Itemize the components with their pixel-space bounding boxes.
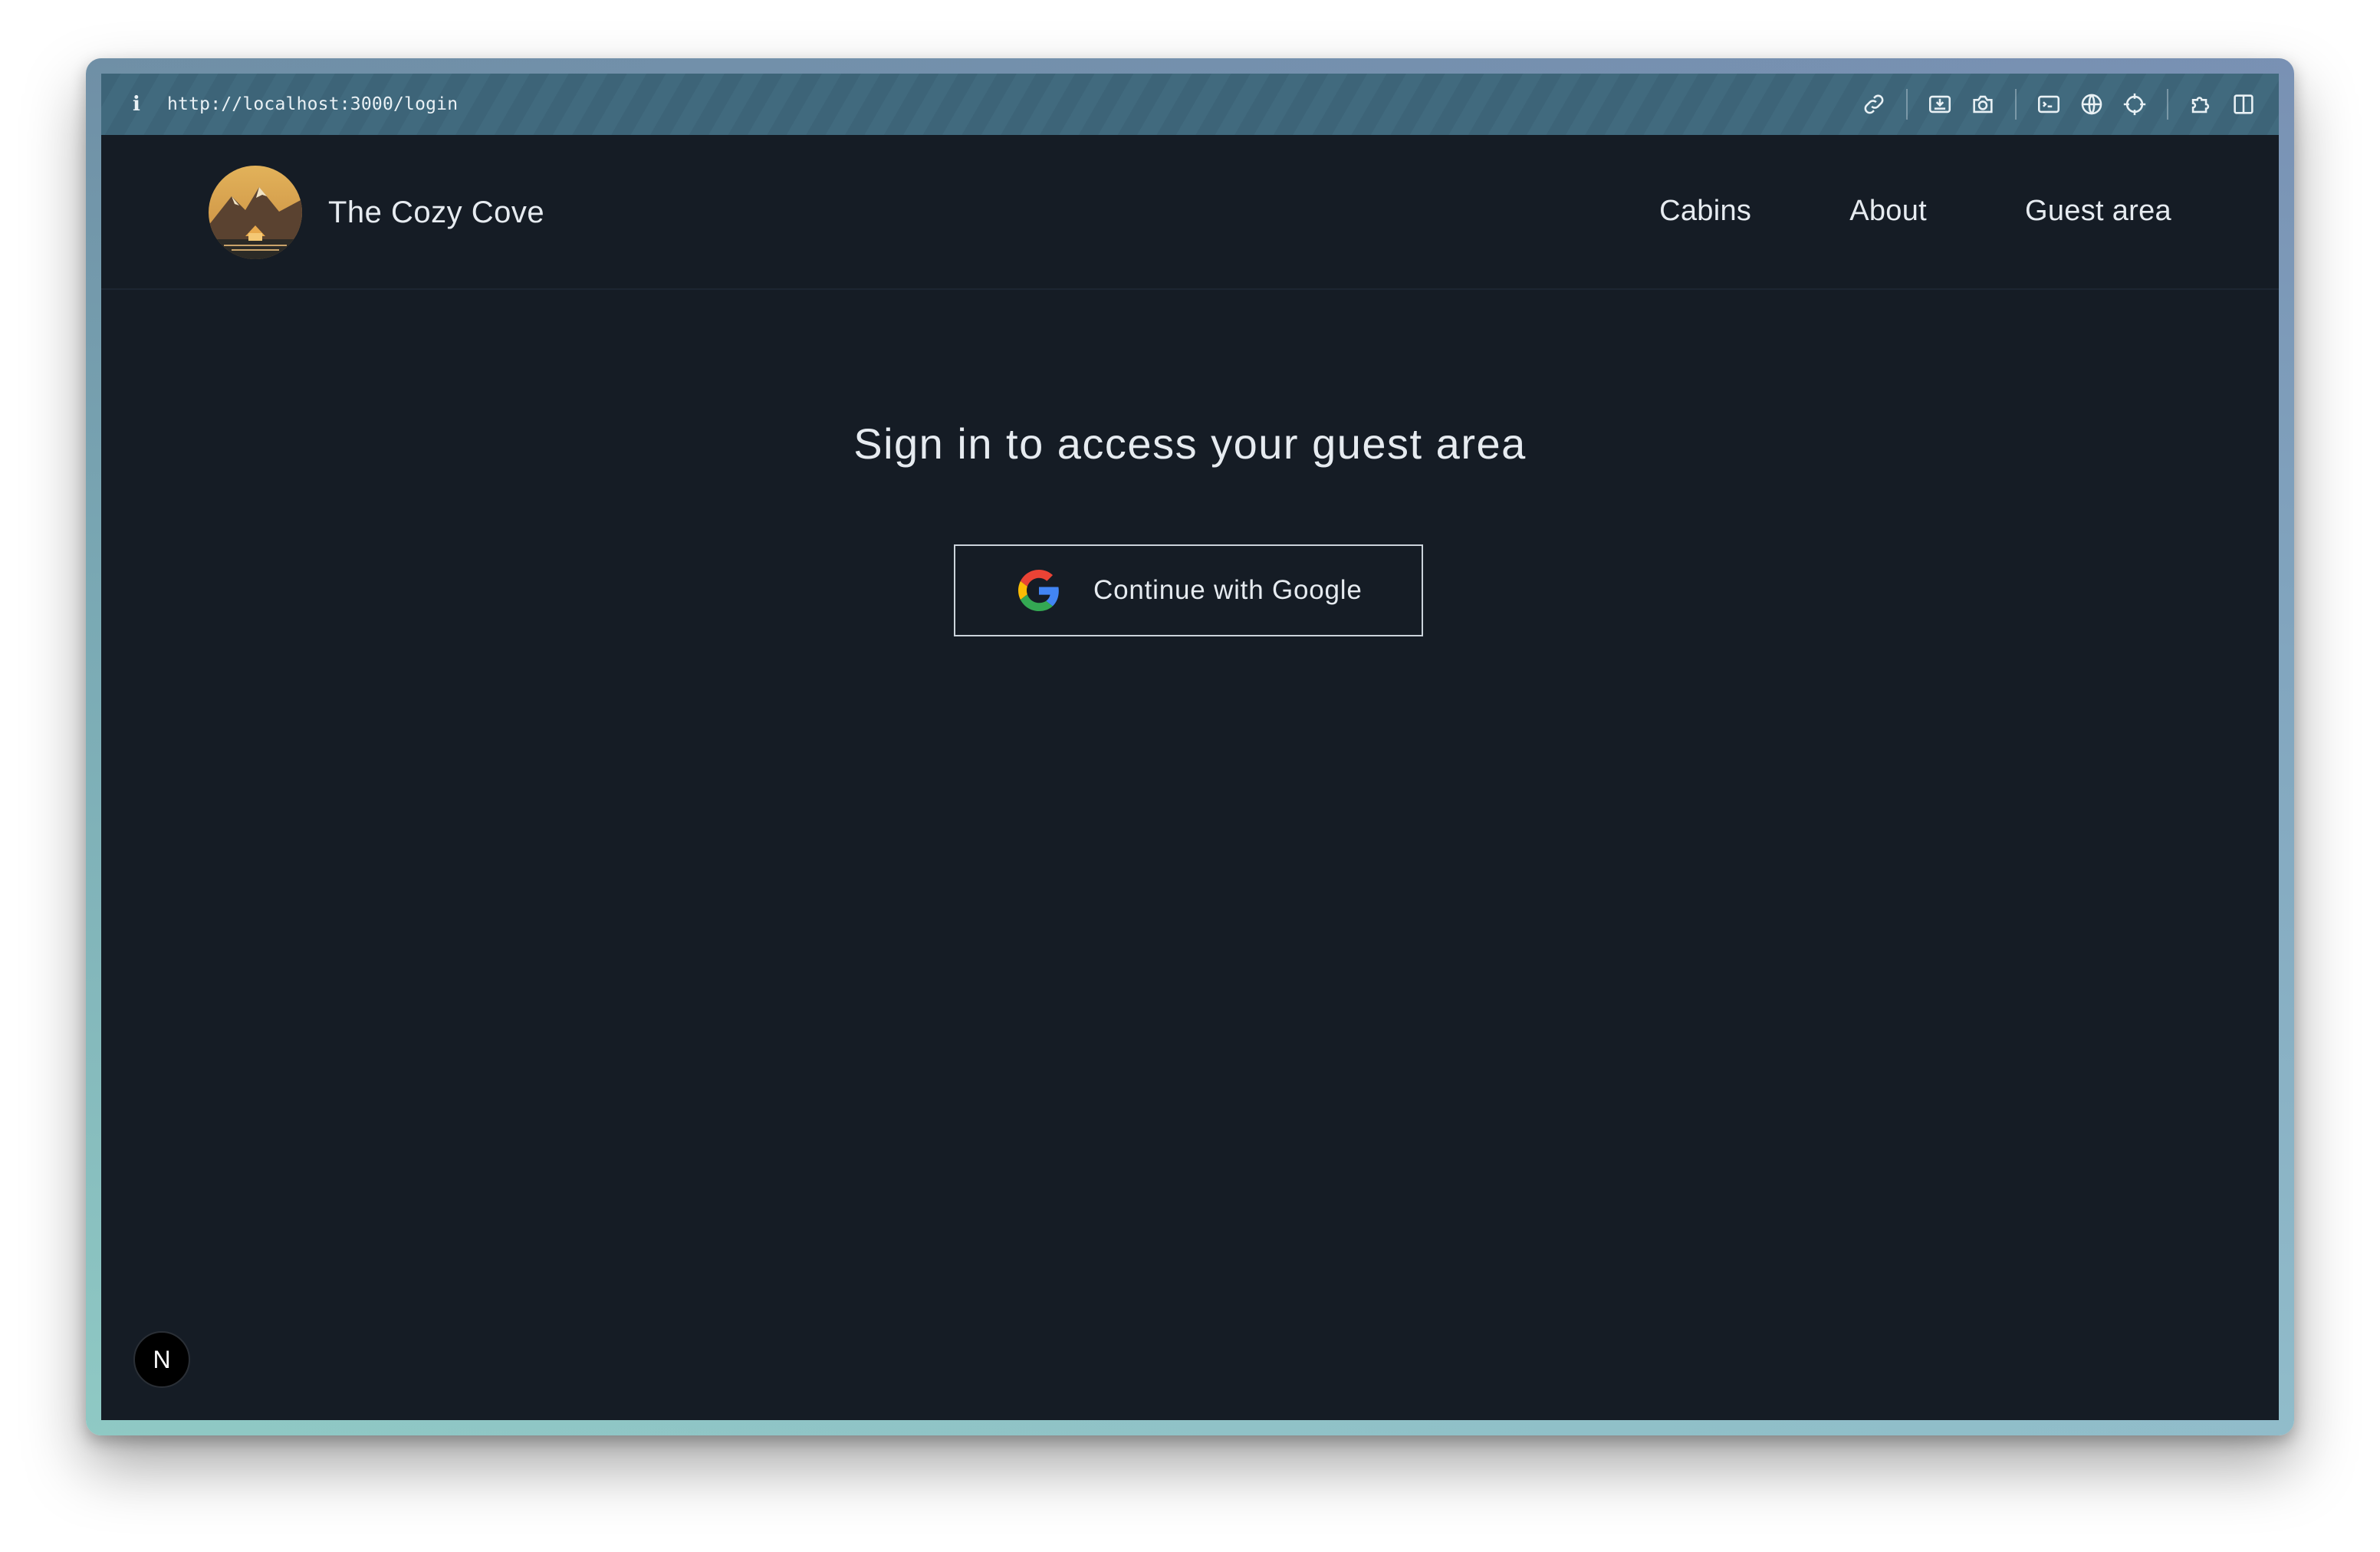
logo-image [209,166,302,259]
browser-window: i http://localhost:3000/login The Cozy C… [86,58,2294,1435]
info-icon[interactable]: i [120,93,153,116]
link-icon[interactable] [1852,83,1895,126]
google-icon [1018,570,1059,611]
nextjs-badge-letter: N [153,1345,171,1373]
toolbar-divider [2167,89,2168,120]
camera-icon[interactable] [1961,83,2004,126]
extension-icon[interactable] [2179,83,2222,126]
page-title: Sign in to access your guest area [853,419,1527,468]
main-nav: Cabins About Guest area [1561,182,2171,239]
toolbar-divider [1906,89,1908,120]
google-signin-button[interactable]: Continue with Google [954,544,1423,636]
google-signin-label: Continue with Google [1093,575,1363,605]
url-text[interactable]: http://localhost:3000/login [167,94,458,114]
nav-link-cabins[interactable]: Cabins [1659,182,1751,239]
globe-icon[interactable] [2070,83,2113,126]
brand-logo-link[interactable]: The Cozy Cove [209,166,544,259]
site-header: The Cozy Cove Cabins About Guest area [101,135,2279,290]
crosshair-icon[interactable] [2113,83,2156,126]
screenshot-area-icon[interactable] [1918,83,1961,126]
browser-toolbar [1852,83,2265,126]
website: The Cozy Cove Cabins About Guest area Si… [101,135,2279,1420]
nextjs-dev-badge[interactable]: N [133,1331,190,1388]
nav-link-about[interactable]: About [1849,182,1927,239]
brand-name: The Cozy Cove [328,195,545,229]
split-view-icon[interactable] [2222,83,2265,126]
address-bar: i http://localhost:3000/login [101,74,2279,135]
nav-link-guest-area[interactable]: Guest area [2025,182,2171,239]
browser-content: i http://localhost:3000/login The Cozy C… [101,74,2279,1420]
terminal-icon[interactable] [2027,83,2070,126]
toolbar-divider [2015,89,2017,120]
